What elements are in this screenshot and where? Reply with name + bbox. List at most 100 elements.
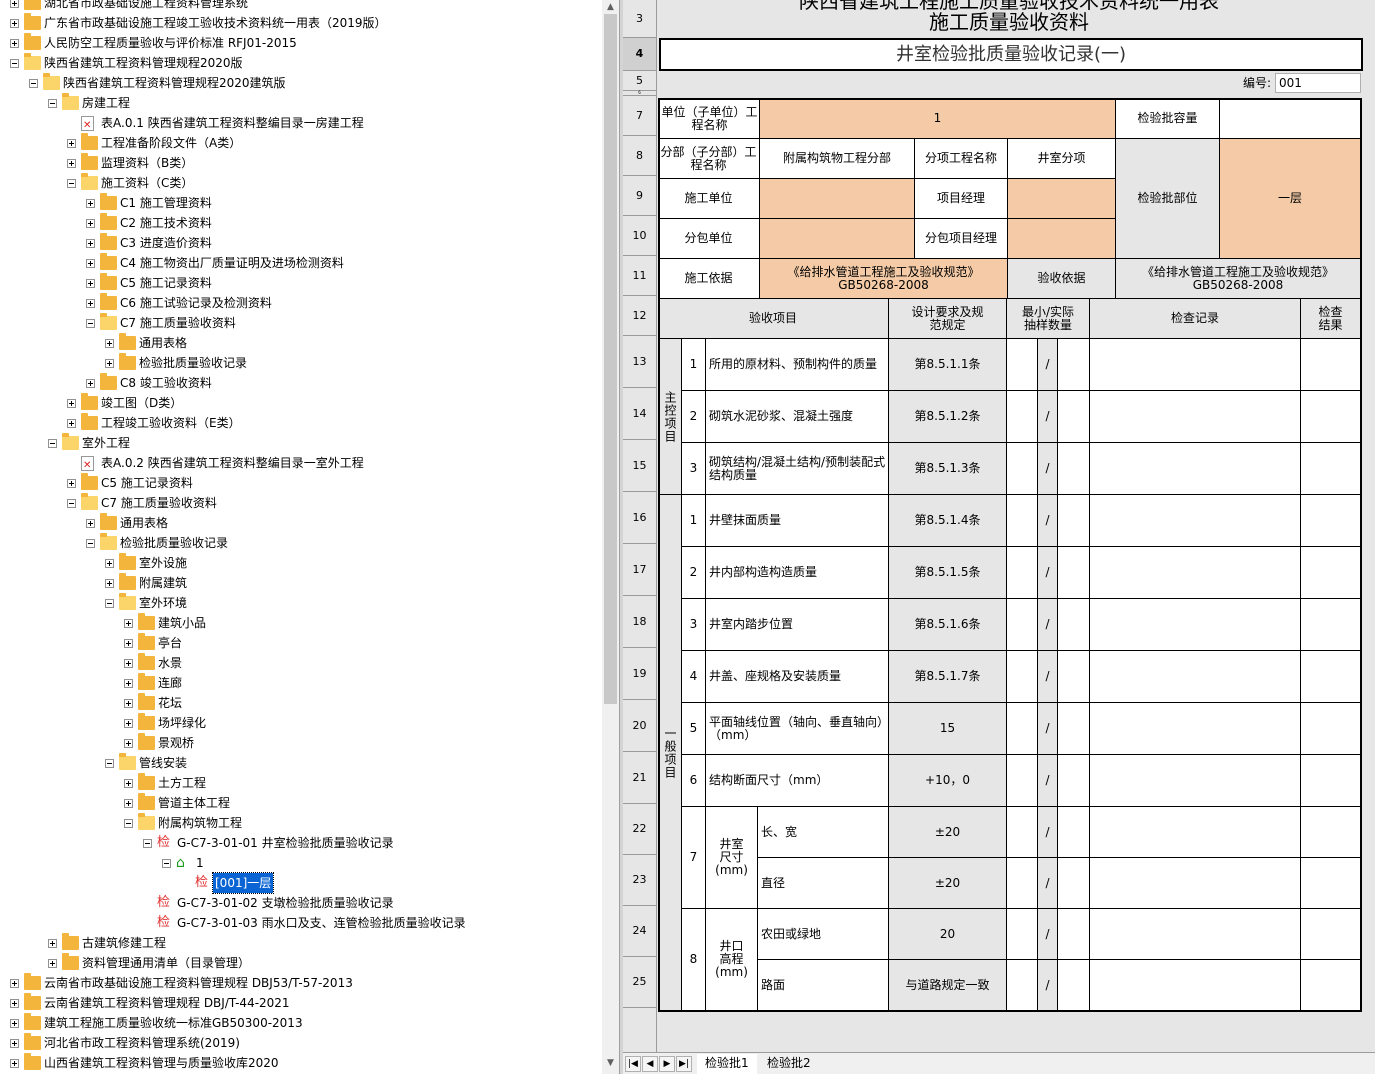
- prev-sheet-icon[interactable]: ◀: [642, 1056, 658, 1072]
- expand-icon[interactable]: [124, 639, 133, 648]
- tree-scrollbar[interactable]: ▲ ▼: [602, 0, 619, 1074]
- row-header[interactable]: 13: [623, 336, 656, 388]
- collapse-icon[interactable]: [105, 599, 114, 608]
- expand-icon[interactable]: [86, 239, 95, 248]
- scrollbar-thumb[interactable]: [604, 14, 617, 704]
- expand-icon[interactable]: [86, 299, 95, 308]
- expand-icon[interactable]: [124, 659, 133, 668]
- row-header[interactable]: 18: [623, 596, 656, 648]
- collapse-icon[interactable]: [143, 839, 152, 848]
- record-cell[interactable]: [1090, 547, 1301, 599]
- sheet-tab-2[interactable]: 检验批2: [759, 1054, 819, 1072]
- expand-icon[interactable]: [124, 719, 133, 728]
- row-header[interactable]: 21: [623, 752, 656, 804]
- expand-icon[interactable]: [67, 139, 76, 148]
- row-header[interactable]: 17: [623, 544, 656, 596]
- sample-min-cell[interactable]: [1007, 807, 1038, 858]
- result-cell[interactable]: [1301, 391, 1361, 443]
- sample-min-cell[interactable]: [1007, 960, 1038, 1011]
- sample-actual-cell[interactable]: [1058, 443, 1090, 495]
- sub-value[interactable]: [760, 219, 915, 259]
- accept-basis-value[interactable]: 《给排水管道工程施工及验收规范》GB50268-2008: [1116, 259, 1361, 299]
- row-header[interactable]: 7: [623, 96, 656, 136]
- collapse-icon[interactable]: [29, 79, 38, 88]
- row-header[interactable]: 25: [623, 957, 656, 1008]
- record-cell[interactable]: [1090, 858, 1301, 909]
- result-cell[interactable]: [1301, 547, 1361, 599]
- expand-icon[interactable]: [10, 0, 19, 8]
- sample-min-cell[interactable]: [1007, 339, 1038, 391]
- record-cell[interactable]: [1090, 703, 1301, 755]
- expand-icon[interactable]: [124, 699, 133, 708]
- expand-icon[interactable]: [105, 559, 114, 568]
- sample-actual-cell[interactable]: [1058, 703, 1090, 755]
- sample-actual-cell[interactable]: [1058, 495, 1090, 547]
- result-cell[interactable]: [1301, 443, 1361, 495]
- subitem-value[interactable]: 井室分项: [1008, 139, 1116, 179]
- record-cell[interactable]: [1090, 495, 1301, 547]
- result-cell[interactable]: [1301, 755, 1361, 807]
- record-cell[interactable]: [1090, 909, 1301, 960]
- first-sheet-icon[interactable]: |◀: [625, 1056, 641, 1072]
- row-header[interactable]: 11: [623, 256, 656, 296]
- expand-icon[interactable]: [124, 679, 133, 688]
- collapse-icon[interactable]: [67, 499, 76, 508]
- row-header[interactable]: 4: [623, 38, 656, 71]
- result-cell[interactable]: [1301, 807, 1361, 858]
- expand-icon[interactable]: [10, 39, 19, 48]
- collapse-icon[interactable]: [48, 439, 57, 448]
- expand-icon[interactable]: [67, 399, 76, 408]
- row-header[interactable]: 9: [623, 176, 656, 216]
- row-header[interactable]: 14: [623, 388, 656, 440]
- expand-icon[interactable]: [86, 279, 95, 288]
- expand-icon[interactable]: [124, 779, 133, 788]
- sample-actual-cell[interactable]: [1058, 755, 1090, 807]
- last-sheet-icon[interactable]: ▶|: [676, 1056, 692, 1072]
- division-value[interactable]: 附属构筑物工程分部: [760, 139, 915, 179]
- expand-icon[interactable]: [10, 1059, 19, 1068]
- row-header[interactable]: 8: [623, 136, 656, 176]
- sample-actual-cell[interactable]: [1058, 339, 1090, 391]
- scroll-up-icon[interactable]: ▲: [602, 0, 619, 14]
- collapse-icon[interactable]: [10, 59, 19, 68]
- collapse-icon[interactable]: [124, 819, 133, 828]
- sample-min-cell[interactable]: [1007, 858, 1038, 909]
- record-cell[interactable]: [1090, 599, 1301, 651]
- row-header[interactable]: 20: [623, 700, 656, 752]
- sample-min-cell[interactable]: [1007, 909, 1038, 960]
- expand-icon[interactable]: [10, 19, 19, 28]
- sample-min-cell[interactable]: [1007, 599, 1038, 651]
- expand-icon[interactable]: [48, 959, 57, 968]
- result-cell[interactable]: [1301, 909, 1361, 960]
- number-value[interactable]: 001: [1275, 73, 1361, 93]
- expand-icon[interactable]: [124, 799, 133, 808]
- row-header[interactable]: 10: [623, 216, 656, 256]
- contractor-value[interactable]: [760, 179, 915, 219]
- row-header[interactable]: 3: [623, 0, 656, 38]
- collapse-icon[interactable]: [105, 759, 114, 768]
- capacity-value[interactable]: [1220, 99, 1361, 139]
- result-cell[interactable]: [1301, 651, 1361, 703]
- expand-icon[interactable]: [67, 419, 76, 428]
- unit-value[interactable]: 1: [760, 99, 1116, 139]
- row-header[interactable]: 12: [623, 296, 656, 336]
- collapse-icon[interactable]: [48, 99, 57, 108]
- collapse-icon[interactable]: [86, 319, 95, 328]
- result-cell[interactable]: [1301, 703, 1361, 755]
- result-cell[interactable]: [1301, 599, 1361, 651]
- row-header[interactable]: 5: [623, 71, 656, 91]
- expand-icon[interactable]: [10, 979, 19, 988]
- sample-actual-cell[interactable]: [1058, 960, 1090, 1011]
- sample-actual-cell[interactable]: [1058, 547, 1090, 599]
- collapse-icon[interactable]: [162, 859, 171, 868]
- sample-actual-cell[interactable]: [1058, 651, 1090, 703]
- expand-icon[interactable]: [67, 479, 76, 488]
- collapse-icon[interactable]: [67, 179, 76, 188]
- record-cell[interactable]: [1090, 339, 1301, 391]
- sample-actual-cell[interactable]: [1058, 391, 1090, 443]
- result-cell[interactable]: [1301, 495, 1361, 547]
- expand-icon[interactable]: [105, 579, 114, 588]
- expand-icon[interactable]: [86, 219, 95, 228]
- row-header[interactable]: 23: [623, 855, 656, 906]
- sample-min-cell[interactable]: [1007, 443, 1038, 495]
